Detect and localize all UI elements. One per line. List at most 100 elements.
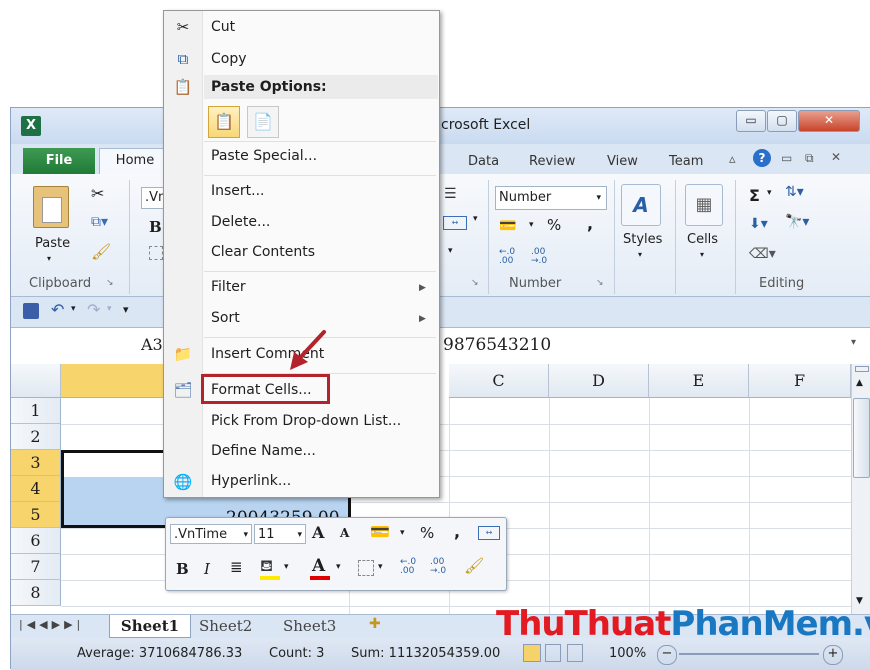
scroll-up-icon[interactable]: ▲ bbox=[856, 378, 863, 388]
mini-font-size[interactable]: 11 ▾ bbox=[254, 524, 306, 544]
menu-item-insert[interactable]: Insert... bbox=[211, 183, 265, 199]
percent-style-button[interactable]: % bbox=[547, 216, 561, 234]
copy-icon[interactable]: ⧉▾ bbox=[91, 214, 108, 230]
row-header[interactable]: 5 bbox=[11, 502, 61, 528]
align-center-icon[interactable]: ≣ bbox=[230, 558, 243, 576]
split-box-icon[interactable] bbox=[855, 366, 869, 372]
zoom-slider[interactable] bbox=[679, 653, 819, 655]
tab-home[interactable]: Home bbox=[99, 148, 171, 175]
maximize-button[interactable]: ▢ bbox=[767, 110, 797, 132]
find-select-icon[interactable]: 🔭▾ bbox=[785, 214, 809, 230]
borders-icon[interactable] bbox=[149, 246, 163, 260]
decrease-decimal-button[interactable]: .00 →.0 bbox=[531, 248, 557, 266]
tab-data[interactable]: Data bbox=[468, 154, 499, 169]
autosum-button[interactable]: Σ bbox=[749, 186, 760, 205]
paste-button-label[interactable]: Paste bbox=[35, 236, 70, 251]
accounting-format-icon[interactable]: 💳 bbox=[499, 218, 516, 234]
column-header-e[interactable]: E bbox=[649, 364, 749, 398]
mini-font-name[interactable]: .VnTime ▾ bbox=[170, 524, 252, 544]
tab-file[interactable]: File bbox=[23, 148, 95, 174]
menu-item-paste-special[interactable]: Paste Special... bbox=[211, 148, 317, 164]
menu-item-cut[interactable]: Cut bbox=[211, 19, 235, 35]
tab-review[interactable]: Review bbox=[529, 154, 575, 169]
paste-option-values-icon[interactable]: 📄 bbox=[247, 106, 279, 138]
menu-item-sort[interactable]: Sort bbox=[211, 310, 240, 326]
paste-option-paste-icon[interactable]: 📋 bbox=[208, 106, 240, 138]
menu-item-hyperlink[interactable]: Hyperlink... bbox=[211, 473, 291, 489]
help-icon[interactable]: ? bbox=[753, 149, 771, 167]
menu-item-clear-contents[interactable]: Clear Contents bbox=[211, 244, 315, 260]
fill-color-dropdown-icon[interactable]: ▾ bbox=[284, 562, 289, 572]
comma-style-button[interactable]: , bbox=[587, 214, 593, 233]
merge-center-icon[interactable]: ↔ bbox=[478, 526, 500, 540]
zoom-in-icon[interactable]: + bbox=[823, 645, 843, 665]
menu-item-delete[interactable]: Delete... bbox=[211, 214, 270, 230]
format-painter-icon[interactable]: 🖌 bbox=[464, 556, 484, 575]
page-break-view-icon[interactable] bbox=[567, 644, 583, 662]
expand-formula-bar-icon[interactable]: ▾ bbox=[851, 337, 856, 348]
mini-decrease-decimal-button[interactable]: .00 →.0 bbox=[430, 558, 454, 576]
row-header[interactable]: 7 bbox=[11, 554, 61, 580]
clear-icon[interactable]: ⌫▾ bbox=[749, 246, 776, 262]
autosum-dropdown-icon[interactable]: ▾ bbox=[767, 188, 772, 198]
column-header-d[interactable]: D bbox=[549, 364, 649, 398]
merge-dropdown-icon[interactable]: ▾ bbox=[473, 214, 478, 224]
row-header[interactable]: 6 bbox=[11, 528, 61, 554]
tab-view[interactable]: View bbox=[607, 154, 638, 169]
alignment-launcher-icon[interactable]: ↘ bbox=[471, 278, 479, 288]
customize-qat-icon[interactable]: ▾ bbox=[123, 303, 129, 316]
doc-minimize-icon[interactable]: ▭ bbox=[781, 151, 792, 165]
sheet-tab-sheet1[interactable]: Sheet1 bbox=[109, 615, 191, 638]
menu-item-copy[interactable]: Copy bbox=[211, 51, 247, 67]
menu-item-filter[interactable]: Filter bbox=[211, 279, 246, 295]
mini-percent-button[interactable]: % bbox=[420, 524, 434, 542]
row-header[interactable]: 1 bbox=[11, 398, 61, 424]
borders-dropdown-icon[interactable]: ▾ bbox=[378, 562, 383, 572]
mini-comma-button[interactable]: , bbox=[454, 522, 460, 541]
mini-italic-button[interactable]: I bbox=[204, 560, 210, 578]
zoom-out-icon[interactable]: − bbox=[657, 645, 677, 665]
minimize-ribbon-icon[interactable]: ▵ bbox=[729, 152, 736, 167]
row-header[interactable]: 2 bbox=[11, 424, 61, 450]
paste-dropdown-icon[interactable]: ▾ bbox=[47, 254, 51, 263]
doc-restore-icon[interactable]: ⧉ bbox=[805, 151, 814, 166]
menu-item-pick-from-list[interactable]: Pick From Drop-down List... bbox=[211, 413, 401, 429]
name-box[interactable]: A3 bbox=[141, 335, 163, 354]
styles-dropdown-icon[interactable]: ▾ bbox=[638, 250, 642, 259]
redo-dropdown-icon[interactable]: ▾ bbox=[107, 304, 112, 314]
mini-font-color-button[interactable]: A bbox=[312, 556, 325, 576]
sheet-tab-sheet2[interactable]: Sheet2 bbox=[199, 617, 252, 635]
row-header[interactable]: 4 bbox=[11, 476, 61, 502]
menu-item-define-name[interactable]: Define Name... bbox=[211, 443, 316, 459]
shrink-font-button[interactable]: A bbox=[340, 526, 349, 540]
cells-button-label[interactable]: Cells bbox=[687, 232, 718, 247]
cells-icon[interactable]: ▦ bbox=[685, 184, 723, 226]
fill-icon[interactable]: ⬇▾ bbox=[749, 216, 768, 232]
number-launcher-icon[interactable]: ↘ bbox=[596, 278, 604, 288]
undo-icon[interactable]: ↶ bbox=[51, 300, 64, 319]
redo-icon[interactable]: ↷ bbox=[87, 300, 100, 319]
wrap-text-icon[interactable]: ☰ bbox=[444, 186, 457, 202]
minimize-button[interactable]: ▭ bbox=[736, 110, 766, 132]
normal-view-icon[interactable] bbox=[523, 644, 541, 662]
select-all-corner[interactable] bbox=[11, 364, 61, 398]
excel-app-icon[interactable]: X bbox=[21, 116, 41, 136]
borders-icon[interactable] bbox=[358, 560, 374, 576]
cells-dropdown-icon[interactable]: ▾ bbox=[700, 250, 704, 259]
row-header[interactable]: 3 bbox=[11, 450, 61, 476]
format-painter-icon[interactable]: 🖌 bbox=[91, 242, 111, 261]
font-color-dropdown-icon[interactable]: ▾ bbox=[336, 562, 341, 572]
scrollbar-thumb[interactable] bbox=[853, 398, 870, 478]
sheet-nav-icon[interactable]: |◀◀▶▶| bbox=[19, 618, 84, 631]
number-format-select[interactable]: Number ▾ bbox=[495, 186, 607, 210]
undo-dropdown-icon[interactable]: ▾ bbox=[71, 304, 76, 314]
bold-button[interactable]: B bbox=[149, 218, 162, 236]
styles-button-label[interactable]: Styles bbox=[623, 232, 662, 247]
insert-sheet-icon[interactable]: ✚ bbox=[369, 616, 381, 632]
mini-bold-button[interactable]: B bbox=[176, 560, 189, 578]
doc-close-icon[interactable]: ✕ bbox=[831, 150, 841, 164]
mini-increase-decimal-button[interactable]: ←.0 .00 bbox=[400, 558, 424, 576]
merge-center-icon[interactable]: ↔ bbox=[443, 216, 467, 230]
clipboard-launcher-icon[interactable]: ↘ bbox=[106, 278, 114, 288]
sort-filter-icon[interactable]: ⇅▾ bbox=[785, 184, 804, 200]
